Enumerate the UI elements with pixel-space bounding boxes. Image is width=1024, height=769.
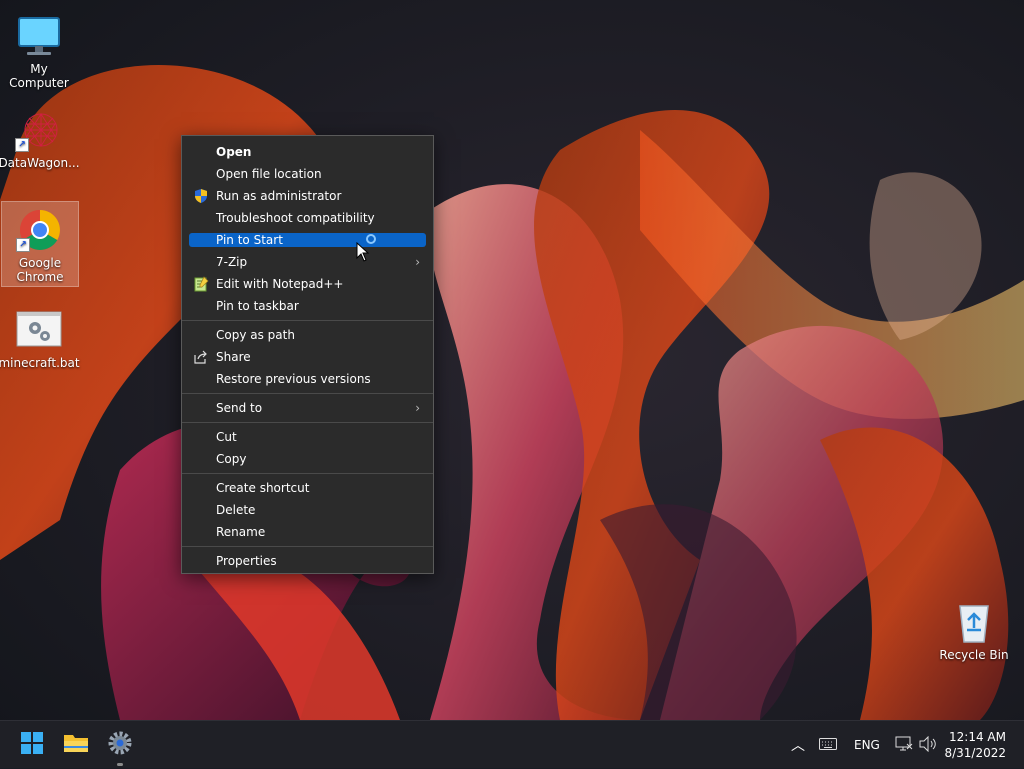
touch-keyboard-button[interactable] bbox=[819, 721, 837, 769]
chevron-right-icon: › bbox=[415, 401, 420, 415]
desktop-icon-google-chrome[interactable]: ↗ Google Chrome bbox=[1, 201, 79, 287]
desktop-icon-datawagon[interactable]: ↗ DataWagon... bbox=[0, 102, 80, 170]
datawagon-icon: ↗ bbox=[15, 106, 63, 154]
menu-item-open-file-location[interactable]: Open file location bbox=[189, 163, 426, 185]
network-icon bbox=[895, 736, 913, 755]
file-explorer-button[interactable] bbox=[60, 729, 92, 761]
windows-logo-icon bbox=[20, 731, 44, 759]
clock-time: 12:14 AM bbox=[949, 730, 1006, 744]
chrome-icon: ↗ bbox=[16, 206, 64, 254]
menu-separator bbox=[182, 320, 433, 321]
context-menu: Open Open file location Run as administr… bbox=[181, 135, 434, 574]
batch-file-icon bbox=[15, 306, 63, 354]
shortcut-arrow-icon: ↗ bbox=[16, 238, 30, 252]
speaker-icon bbox=[919, 735, 937, 755]
volume-button[interactable] bbox=[919, 721, 937, 769]
menu-item-edit-with-notepad-plus[interactable]: Edit with Notepad++ bbox=[189, 273, 426, 295]
folder-icon bbox=[63, 732, 89, 758]
desktop-icon-my-computer[interactable]: My Computer bbox=[1, 8, 77, 90]
menu-item-send-to[interactable]: Send to › bbox=[189, 397, 426, 419]
menu-item-troubleshoot-compatibility[interactable]: Troubleshoot compatibility bbox=[189, 207, 426, 229]
menu-item-7-zip[interactable]: 7-Zip › bbox=[189, 251, 426, 273]
monitor-icon bbox=[15, 12, 63, 60]
menu-item-cut[interactable]: Cut bbox=[189, 426, 426, 448]
start-button[interactable] bbox=[16, 729, 48, 761]
show-hidden-icons-button[interactable]: ︿ bbox=[791, 721, 805, 769]
running-app-indicator bbox=[117, 763, 123, 766]
menu-separator bbox=[182, 393, 433, 394]
language-indicator[interactable]: ENG bbox=[854, 721, 880, 769]
menu-item-rename[interactable]: Rename bbox=[189, 521, 426, 543]
taskbar-clock[interactable]: 12:14 AM 8/31/2022 bbox=[944, 729, 1006, 761]
taskbar: ︿ ENG 12:14 AM 8/31/2022 bbox=[0, 720, 1024, 768]
share-icon bbox=[193, 349, 209, 365]
chevron-up-icon: ︿ bbox=[791, 738, 805, 754]
gear-icon bbox=[107, 730, 133, 760]
menu-item-properties[interactable]: Properties bbox=[189, 550, 426, 572]
menu-separator bbox=[182, 422, 433, 423]
keyboard-icon bbox=[819, 737, 837, 753]
menu-item-delete[interactable]: Delete bbox=[189, 499, 426, 521]
desktop-icon-recycle-bin[interactable]: Recycle Bin bbox=[936, 594, 1012, 662]
menu-item-pin-to-taskbar[interactable]: Pin to taskbar bbox=[189, 295, 426, 317]
menu-item-copy[interactable]: Copy bbox=[189, 448, 426, 470]
mouse-cursor-icon bbox=[356, 241, 370, 262]
menu-item-share[interactable]: Share bbox=[189, 346, 426, 368]
menu-separator bbox=[182, 546, 433, 547]
menu-separator bbox=[182, 473, 433, 474]
menu-item-open[interactable]: Open bbox=[189, 141, 426, 163]
menu-item-copy-as-path[interactable]: Copy as path bbox=[189, 324, 426, 346]
notepad-plus-icon bbox=[193, 276, 209, 292]
settings-app-button[interactable] bbox=[104, 729, 136, 761]
uac-shield-icon bbox=[193, 188, 209, 204]
clock-date: 8/31/2022 bbox=[944, 746, 1006, 760]
menu-item-create-shortcut[interactable]: Create shortcut bbox=[189, 477, 426, 499]
desktop-icon-minecraft-bat[interactable]: minecraft.bat bbox=[0, 302, 80, 370]
desktop-wallpaper bbox=[0, 0, 1024, 720]
chevron-right-icon: › bbox=[415, 255, 420, 269]
network-status-button[interactable] bbox=[895, 721, 913, 769]
recycle-bin-icon bbox=[950, 598, 998, 646]
shortcut-arrow-icon: ↗ bbox=[15, 138, 29, 152]
menu-item-restore-previous-versions[interactable]: Restore previous versions bbox=[189, 368, 426, 390]
menu-item-pin-to-start[interactable]: Pin to Start bbox=[189, 233, 426, 247]
menu-item-run-as-administrator[interactable]: Run as administrator bbox=[189, 185, 426, 207]
